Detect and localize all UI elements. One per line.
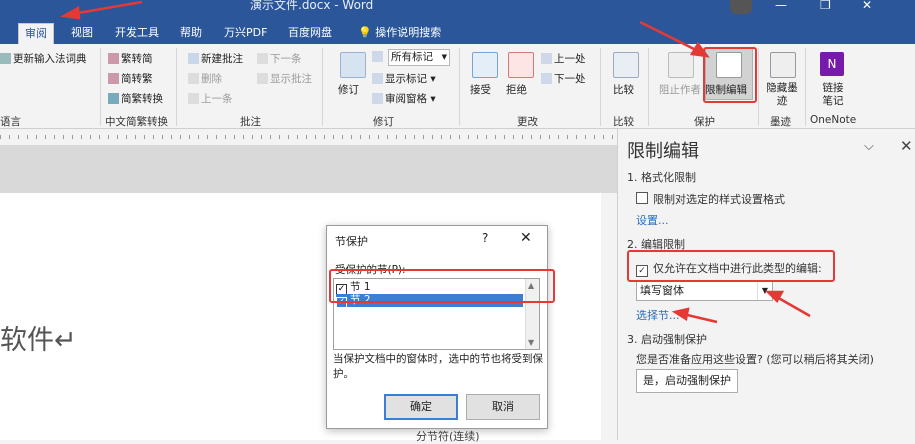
annotation-arrows bbox=[60, 0, 811, 324]
arrow-head bbox=[689, 41, 710, 58]
arrow-head bbox=[60, 5, 81, 20]
arrow-head bbox=[671, 307, 690, 322]
arrow-line bbox=[682, 312, 718, 324]
arrow-line bbox=[639, 20, 701, 54]
arrow-line bbox=[71, 0, 143, 16]
arrow-line bbox=[774, 294, 811, 318]
